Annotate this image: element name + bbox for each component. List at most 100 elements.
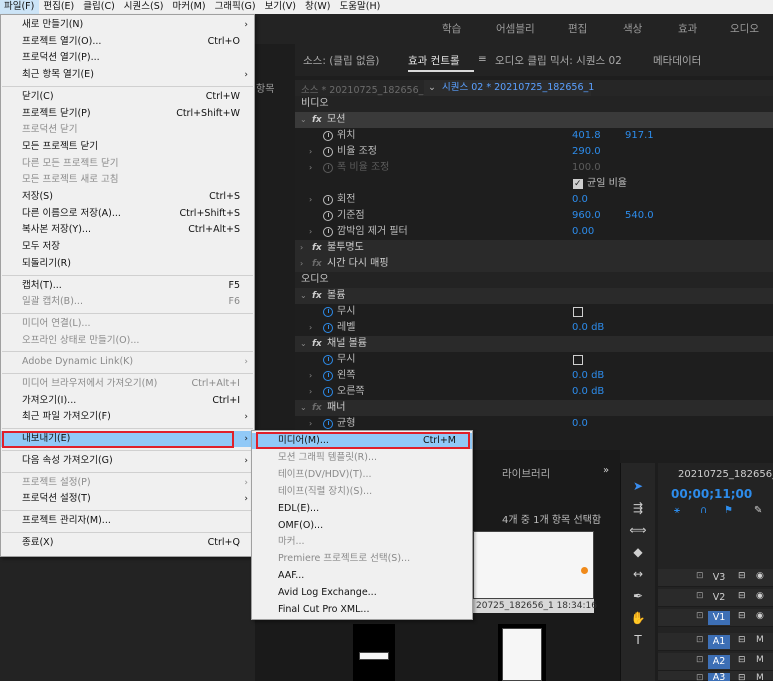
chevron-down-icon[interactable]: ⌄ [300,288,307,304]
stopwatch-icon[interactable] [323,131,333,141]
chevron-right-icon[interactable]: › [309,368,312,384]
eye-icon[interactable]: ◉ [756,611,764,621]
stopwatch-icon[interactable] [323,307,333,317]
stopwatch-icon[interactable] [323,211,333,221]
stopwatch-icon[interactable] [323,227,333,237]
level-value[interactable]: 0.0 dB [572,320,604,336]
track-a2[interactable]: ⊡ A2 ⊟ M [658,653,773,671]
track-label[interactable]: A1 [708,635,730,649]
tab-library[interactable]: 라이브러리 [502,466,550,481]
tab-audio-clip-mixer[interactable]: 오디오 클립 믹서: 시퀀스 02 [495,53,622,68]
chevron-down-icon[interactable]: ⌄ [300,400,307,416]
expand-chevron-icon[interactable]: ⌄ [300,112,307,128]
type-tool-icon[interactable]: T [629,631,647,649]
mute-icon[interactable]: M [756,635,764,645]
left-value[interactable]: 0.0 dB [572,368,604,384]
pen-tool-icon[interactable]: ✒ [629,587,647,605]
file-menu-item[interactable]: 종료(X) Ctrl+Q [1,535,254,551]
file-menu-item[interactable]: 닫기(C) Ctrl+W [1,89,254,105]
file-menu-item[interactable]: 복사본 저장(Y)... Ctrl+Alt+S [1,222,254,238]
link-icon[interactable]: ∩ [700,505,707,516]
file-menu-item[interactable]: 저장(S) Ctrl+S [1,189,254,205]
sync-lock-icon[interactable]: ⊟ [738,655,746,665]
timeline-title[interactable]: 20210725_182656_1 [678,469,773,480]
right-value[interactable]: 0.0 dB [572,384,604,400]
file-menu-item[interactable]: 프로젝트 관리자(M)... [1,513,254,529]
position-x-value[interactable]: 401.8 [572,128,601,144]
file-menu-item[interactable]: 다음 속성 가져오기(G) › [1,453,254,469]
menu-window[interactable]: 창(W) [301,0,336,14]
chevron-right-icon[interactable]: › [309,224,312,240]
chevron-down-icon[interactable]: ⌄ [300,336,307,352]
razor-tool-icon[interactable]: ◆ [629,543,647,561]
uniform-scale-checkbox[interactable] [573,176,583,192]
track-select-tool-icon[interactable]: ⇶ [629,499,647,517]
eye-icon[interactable]: ◉ [756,591,764,601]
chevron-right-icon[interactable]: › [300,240,303,256]
track-label[interactable]: V2 [708,591,730,605]
chevron-right-icon[interactable]: › [309,144,312,160]
menu-view[interactable]: 보기(V) [261,0,301,14]
track-label[interactable]: A3 [708,673,730,681]
track-label[interactable]: V1 [708,611,730,625]
mute-icon[interactable]: M [756,655,764,665]
slip-tool-icon[interactable]: ↔ [629,565,647,583]
selection-tool-icon[interactable]: ➤ [629,477,647,495]
track-a1[interactable]: ⊡ A1 ⊟ M [658,633,773,651]
chevron-right-icon[interactable]: › [309,384,312,400]
flicker-value[interactable]: 0.00 [572,224,594,240]
lock-icon[interactable]: ⊡ [696,591,704,601]
menu-marker[interactable]: 마커(M) [168,0,210,14]
marker-icon[interactable]: ⚑ [724,505,733,516]
lock-icon[interactable]: ⊡ [696,655,704,665]
file-menu-item[interactable]: 새로 만들기(N) › [1,17,254,33]
file-menu-item[interactable]: 최근 파일 가져오기(F) › [1,409,254,425]
balance-value[interactable]: 0.0 [572,416,588,432]
chevron-right-icon[interactable]: › [300,256,303,272]
file-menu-item[interactable]: 프로덕션 열기(P)... [1,50,254,66]
export-menu-item[interactable]: Final Cut Pro XML... [252,602,472,618]
export-menu-item[interactable]: OMF(O)... [252,518,472,534]
sync-lock-icon[interactable]: ⊟ [738,673,746,681]
file-menu-item[interactable]: 캡처(T)... F5 [1,278,254,294]
file-menu-item[interactable]: 프로젝트 닫기(P) Ctrl+Shift+W [1,106,254,122]
workspace-audio[interactable]: 오디오 [730,14,759,44]
stopwatch-icon[interactable] [323,147,333,157]
hand-tool-icon[interactable]: ✋ [629,609,647,627]
stopwatch-icon[interactable] [323,419,333,429]
export-menu-item[interactable]: Avid Log Exchange... [252,585,472,601]
ripple-edit-tool-icon[interactable]: ⟺ [629,521,647,539]
lock-icon[interactable]: ⊡ [696,611,704,621]
anchor-x-value[interactable]: 960.0 [572,208,601,224]
effect-opacity[interactable]: › fx 불투명도 [295,240,773,256]
panel-menu-icon[interactable]: ≡ [478,53,487,65]
bypass-2-checkbox[interactable] [573,355,583,365]
wrench-icon[interactable]: ✎ [754,505,762,516]
workspace-learning[interactable]: 학습 [442,14,461,44]
eye-icon[interactable]: ◉ [756,571,764,581]
menu-clip[interactable]: 클립(C) [79,0,120,14]
file-menu-item[interactable]: 모두 저장 [1,239,254,255]
track-label[interactable]: A2 [708,655,730,669]
tab-source[interactable]: 소스: (클립 없음) [303,53,379,68]
sync-lock-icon[interactable]: ⊟ [738,571,746,581]
sync-lock-icon[interactable]: ⊟ [738,611,746,621]
menu-edit[interactable]: 편집(E) [39,0,79,14]
file-menu-item[interactable]: 다른 이름으로 저장(A)... Ctrl+Shift+S [1,206,254,222]
sync-lock-icon[interactable]: ⊟ [738,591,746,601]
effect-volume[interactable]: ⌄ fx 볼륨 [295,288,773,304]
file-menu-item[interactable]: 모든 프로젝트 닫기 [1,139,254,155]
track-v1[interactable]: ⊡ V1 ⊟ ◉ [658,609,773,627]
position-y-value[interactable]: 917.1 [625,128,654,144]
left-panel-tab[interactable]: 항목 [256,80,274,95]
stopwatch-icon[interactable] [323,323,333,333]
more-tabs-icon[interactable]: » [603,465,609,476]
chevron-right-icon[interactable]: › [309,320,312,336]
menu-sequence[interactable]: 시퀀스(S) [120,0,169,14]
workspace-editing[interactable]: 편집 [568,14,587,44]
export-menu-item[interactable]: EDL(E)... [252,501,472,517]
track-v3[interactable]: ⊡ V3 ⊟ ◉ [658,569,773,587]
rotation-value[interactable]: 0.0 [572,192,588,208]
effect-time-remap[interactable]: › fx 시간 다시 매핑 [295,256,773,272]
menu-help[interactable]: 도움말(H) [336,0,386,14]
